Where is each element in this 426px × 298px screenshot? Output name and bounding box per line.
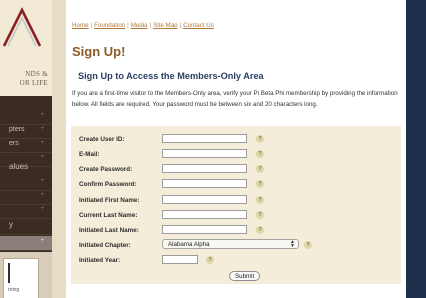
form-row-confirm-password: Confirm Password: ? (71, 178, 401, 192)
form-row-email: E-Mail: ? (71, 148, 401, 162)
logo-arch-icon (2, 7, 42, 47)
sidebar-item[interactable]: y (0, 220, 52, 235)
expand-icon: + (40, 126, 44, 132)
promo-card[interactable]: rning (3, 258, 39, 298)
sidebar-item-label: y (9, 220, 13, 229)
sidebar-item[interactable]: + (0, 204, 52, 219)
expand-icon: + (40, 192, 44, 198)
help-icon[interactable]: ? (256, 165, 264, 173)
breadcrumb-foundation-link[interactable]: Foundation (94, 22, 125, 29)
chapter-select-value: Alabama Alpha (168, 241, 210, 248)
logo-area: NDS & OR LIFE (0, 0, 52, 96)
tagline-line2: OR LIFE (19, 79, 48, 87)
expand-icon: + (40, 140, 44, 146)
right-edge-bar (406, 0, 426, 298)
promo-card-graphic (8, 263, 10, 283)
breadcrumb-contact-link[interactable]: Contact Us (183, 22, 214, 29)
promo-card-text: rning (8, 287, 20, 293)
sidebar-item[interactable]: + (0, 176, 52, 191)
help-icon[interactable]: ? (304, 241, 312, 249)
current-last-name-label: Current Last Name: (79, 212, 138, 219)
password-label: Create Password: (79, 166, 133, 173)
sidebar-promo: rning (0, 252, 52, 298)
email-label: E-Mail: (79, 151, 100, 158)
intro-paragraph: If you are a first-time visitor to the M… (72, 90, 398, 108)
breadcrumb: Home | Foundation | Media | Site Map | Contact U… (72, 22, 214, 29)
help-icon[interactable]: ? (256, 196, 264, 204)
tagline-line1: NDS & (25, 70, 48, 78)
expand-icon: + (40, 178, 44, 184)
email-input[interactable] (162, 149, 247, 158)
sidebar-item-active[interactable]: + (0, 236, 52, 251)
help-icon[interactable]: ? (206, 256, 214, 264)
sidebar-item[interactable]: + (0, 110, 52, 125)
expand-icon: + (40, 112, 44, 118)
form-row-current-last-name: Current Last Name: ? (71, 209, 401, 223)
initiated-last-name-label: Initiated Last Name: (79, 227, 139, 234)
confirm-password-input[interactable] (162, 179, 247, 188)
password-input[interactable] (162, 164, 247, 173)
help-icon[interactable]: ? (256, 226, 264, 234)
year-label: Initiated Year: (79, 257, 121, 264)
expand-icon: + (40, 206, 44, 212)
form-row-first-name: Initiated First Name: ? (71, 194, 401, 208)
sidebar-item-members[interactable]: ers + (0, 138, 52, 153)
signup-form: Create User ID: ? E-Mail: ? Create Passw… (71, 126, 401, 284)
left-sidebar: NDS & OR LIFE + pters + ers + + alues + + … (0, 0, 52, 298)
help-icon[interactable]: ? (256, 135, 264, 143)
form-row-password: Create Password: ? (71, 163, 401, 177)
sidebar-item-label: alues (9, 162, 29, 171)
help-icon[interactable]: ? (256, 150, 264, 158)
form-row-initiated-last-name: Initiated Last Name: ? (71, 224, 401, 238)
main-content: Home | Foundation | Media | Site Map | Contact U… (66, 0, 406, 298)
year-input[interactable] (162, 255, 198, 264)
user-id-input[interactable] (162, 134, 247, 143)
chapter-label: Initiated Chapter: (79, 242, 131, 249)
user-id-label: Create User ID: (79, 136, 125, 143)
sidebar-item-chapters[interactable]: pters + (0, 124, 52, 139)
help-icon[interactable]: ? (256, 211, 264, 219)
form-row-year: Initiated Year: ? (71, 254, 401, 268)
sidebar-item-label: pters (9, 126, 25, 133)
sidebar-item-label: ers (9, 140, 19, 147)
breadcrumb-home-link[interactable]: Home (72, 22, 89, 29)
submit-button[interactable]: Submit (229, 271, 261, 281)
initiated-last-name-input[interactable] (162, 225, 247, 234)
sidebar-item[interactable]: + (0, 190, 52, 205)
form-row-chapter: Initiated Chapter: Alabama Alpha ▲ ▼ ? (71, 239, 401, 253)
help-icon[interactable]: ? (256, 180, 264, 188)
current-last-name-input[interactable] (162, 210, 247, 219)
expand-icon: + (40, 238, 44, 244)
select-arrows-icon: ▲ ▼ (290, 239, 295, 249)
chapter-select[interactable]: Alabama Alpha ▲ ▼ (162, 239, 299, 249)
breadcrumb-sitemap-link[interactable]: Site Map (153, 22, 177, 29)
page-title: Sign Up! (72, 44, 126, 59)
confirm-password-label: Confirm Password: (79, 181, 137, 188)
section-subtitle: Sign Up to Access the Members-Only Area (78, 71, 264, 81)
first-name-label: Initiated First Name: (79, 197, 140, 204)
left-rail (52, 0, 67, 298)
first-name-input[interactable] (162, 195, 247, 204)
form-row-user-id: Create User ID: ? (71, 133, 401, 147)
breadcrumb-media-link[interactable]: Media (131, 22, 148, 29)
